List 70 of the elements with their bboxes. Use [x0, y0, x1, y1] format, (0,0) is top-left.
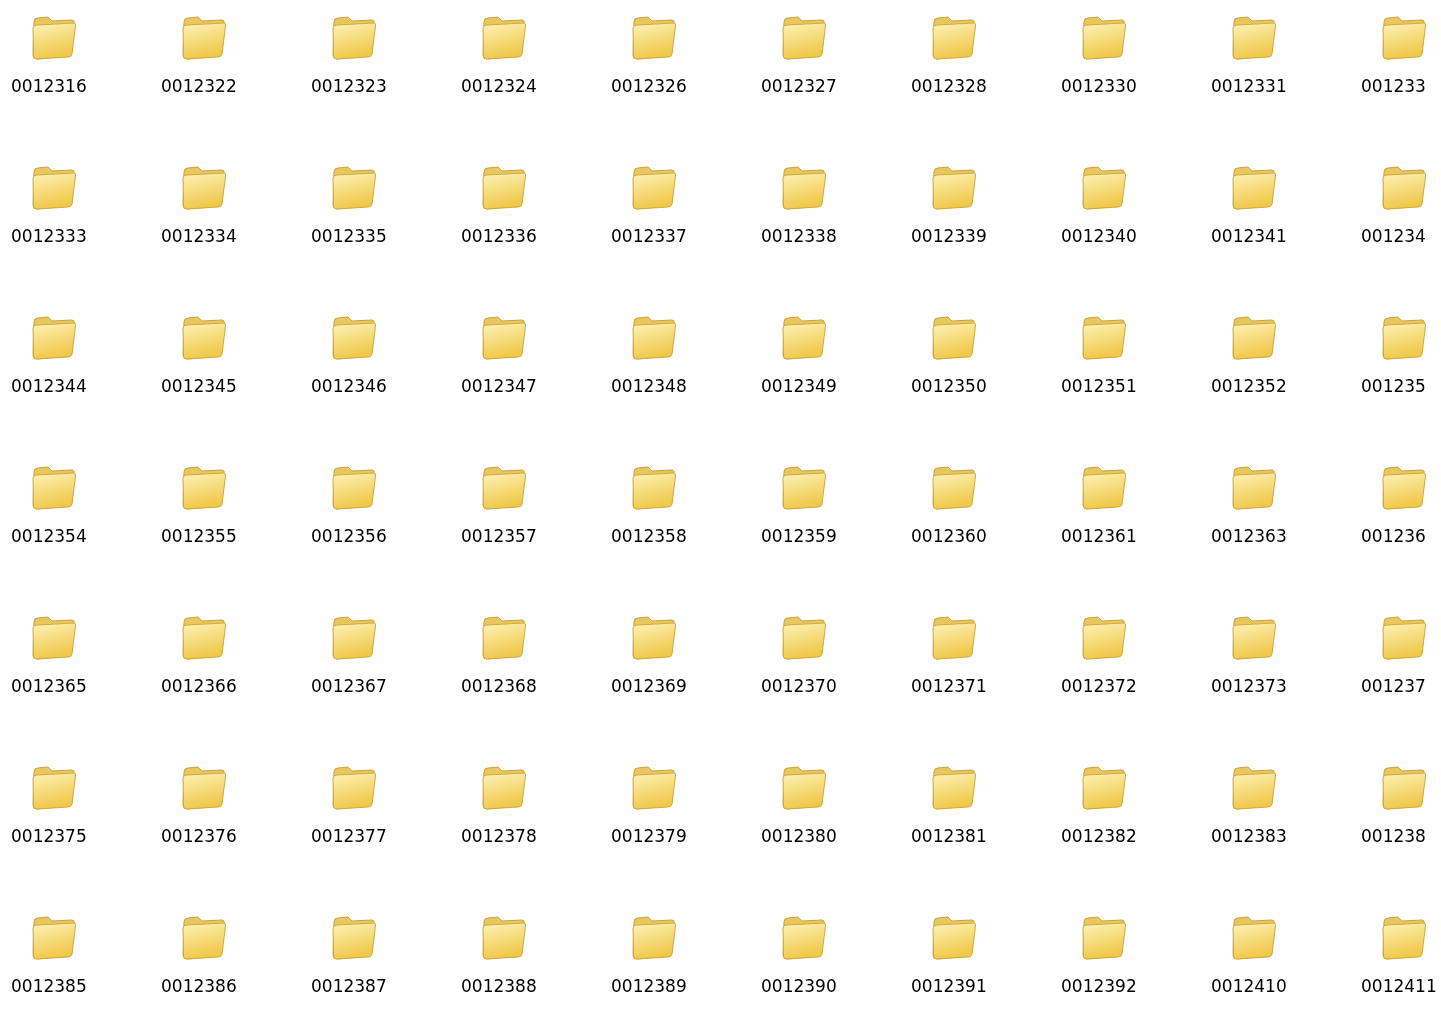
folder-name[interactable]: 0012346 [311, 376, 387, 396]
folder-name[interactable]: 001237 [1361, 676, 1426, 696]
folder-name[interactable]: 0012392 [1061, 976, 1137, 996]
folder-name[interactable]: 0012380 [761, 826, 837, 846]
folder-name[interactable]: 0012390 [761, 976, 837, 996]
folder-name[interactable]: 0012378 [461, 826, 537, 846]
folder-name[interactable]: 0012345 [161, 376, 237, 396]
folder-name[interactable]: 0012363 [1211, 526, 1287, 546]
folder-name[interactable]: 0012365 [11, 676, 87, 696]
folder-name[interactable]: 0012348 [611, 376, 687, 396]
folder-name[interactable]: 0012347 [461, 376, 537, 396]
folder-name[interactable]: 0012328 [911, 76, 987, 96]
folder-name[interactable]: 0012336 [461, 226, 537, 246]
folder-name[interactable]: 0012367 [311, 676, 387, 696]
folder-name[interactable]: 001234 [1361, 226, 1426, 246]
folder-name[interactable]: 0012382 [1061, 826, 1137, 846]
folder-name[interactable]: 0012361 [1061, 526, 1137, 546]
folder-name[interactable]: 0012386 [161, 976, 237, 996]
folder-name[interactable]: 0012388 [461, 976, 537, 996]
folder-name[interactable]: 0012355 [161, 526, 237, 546]
folder-name[interactable]: 0012333 [11, 226, 87, 246]
folder-name[interactable]: 0012352 [1211, 376, 1287, 396]
folder-name[interactable]: 0012371 [911, 676, 987, 696]
folder-name[interactable]: 0012334 [161, 226, 237, 246]
folder-name[interactable]: 001235 [1361, 376, 1426, 396]
folder-name[interactable]: 0012411 [1361, 976, 1437, 996]
folder-name[interactable]: 0012339 [911, 226, 987, 246]
folder-name[interactable]: 0012341 [1211, 226, 1287, 246]
folder-name[interactable]: 0012360 [911, 526, 987, 546]
folder-name[interactable]: 001233 [1361, 76, 1426, 96]
folder-name[interactable]: 0012323 [311, 76, 387, 96]
folder-name[interactable]: 0012354 [11, 526, 87, 546]
folder-name[interactable]: 0012344 [11, 376, 87, 396]
folder-name[interactable]: 0012373 [1211, 676, 1287, 696]
folder-name[interactable]: 0012356 [311, 526, 387, 546]
folder-name[interactable]: 0012350 [911, 376, 987, 396]
folder-name[interactable]: 0012368 [461, 676, 537, 696]
folder-name[interactable]: 0012351 [1061, 376, 1137, 396]
folder-name[interactable]: 0012330 [1061, 76, 1137, 96]
folder-name[interactable]: 0012369 [611, 676, 687, 696]
folder-name[interactable]: 001236 [1361, 526, 1426, 546]
folder-name[interactable]: 0012324 [461, 76, 537, 96]
folder-name[interactable]: 0012359 [761, 526, 837, 546]
folder-name[interactable]: 0012376 [161, 826, 237, 846]
folder-name[interactable]: 0012335 [311, 226, 387, 246]
folder-name[interactable]: 0012316 [11, 76, 87, 96]
folder-name[interactable]: 0012337 [611, 226, 687, 246]
folder-name[interactable]: 0012358 [611, 526, 687, 546]
folder-name[interactable]: 0012410 [1211, 976, 1287, 996]
folder-name[interactable]: 0012387 [311, 976, 387, 996]
folder-name[interactable]: 0012327 [761, 76, 837, 96]
folder-name[interactable]: 0012340 [1061, 226, 1137, 246]
folder-name[interactable]: 0012326 [611, 76, 687, 96]
folder-name[interactable]: 0012366 [161, 676, 237, 696]
folder-name[interactable]: 0012338 [761, 226, 837, 246]
folder-name[interactable]: 0012357 [461, 526, 537, 546]
folder-name[interactable]: 0012391 [911, 976, 987, 996]
folder-name[interactable]: 0012372 [1061, 676, 1137, 696]
folder-name[interactable]: 0012379 [611, 826, 687, 846]
folder-name[interactable]: 0012322 [161, 76, 237, 96]
folder-name[interactable]: 001238 [1361, 826, 1426, 846]
folder-name[interactable]: 0012385 [11, 976, 87, 996]
folder-name[interactable]: 0012381 [911, 826, 987, 846]
folder-name[interactable]: 0012383 [1211, 826, 1287, 846]
folder-name[interactable]: 0012370 [761, 676, 837, 696]
folder-name[interactable]: 0012349 [761, 376, 837, 396]
folder-name[interactable]: 0012377 [311, 826, 387, 846]
folder-name[interactable]: 0012331 [1211, 76, 1287, 96]
folder-name[interactable]: 0012389 [611, 976, 687, 996]
folder-name[interactable]: 0012375 [11, 826, 87, 846]
